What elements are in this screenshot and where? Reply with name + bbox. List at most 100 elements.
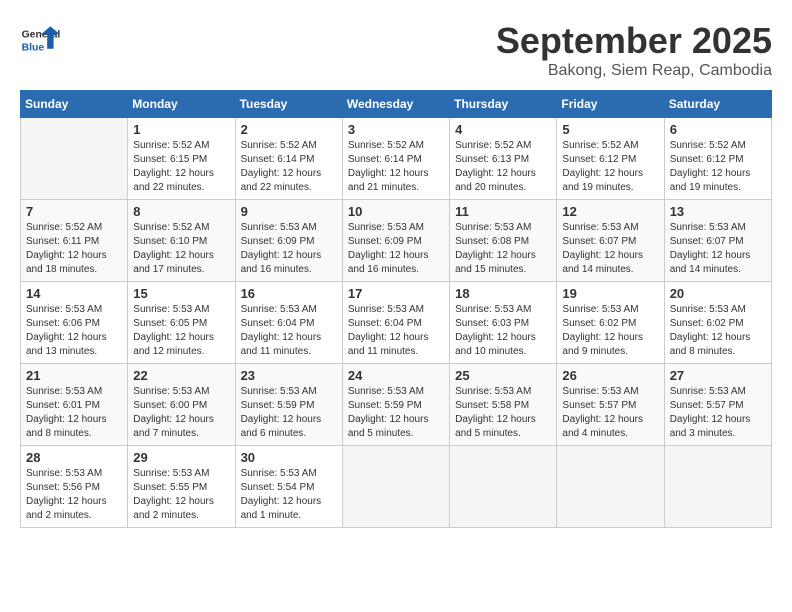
calendar-cell <box>21 118 128 200</box>
day-number: 17 <box>348 286 444 301</box>
calendar-cell: 26 Sunrise: 5:53 AM Sunset: 5:57 PM Dayli… <box>557 364 664 446</box>
logo: General Blue <box>20 20 64 60</box>
day-info: Sunrise: 5:52 AM Sunset: 6:11 PM Dayligh… <box>26 221 122 277</box>
day-number: 8 <box>133 204 229 219</box>
day-number: 1 <box>133 122 229 137</box>
calendar-cell: 27 Sunrise: 5:53 AM Sunset: 5:57 PM Dayli… <box>664 364 771 446</box>
day-number: 13 <box>670 204 766 219</box>
calendar-cell: 23 Sunrise: 5:53 AM Sunset: 5:59 PM Dayli… <box>235 364 342 446</box>
day-header-saturday: Saturday <box>664 91 771 118</box>
calendar-cell: 24Sunrise: 5:53 AM Sunset: 5:59 PM Dayli… <box>342 364 449 446</box>
calendar-cell: 14 Sunrise: 5:53 AM Sunset: 6:06 PM Dayli… <box>21 282 128 364</box>
day-info: Sunrise: 5:53 AM Sunset: 6:09 PM Dayligh… <box>241 221 337 277</box>
day-info: Sunrise: 5:53 AM Sunset: 5:55 PM Dayligh… <box>133 467 229 523</box>
calendar-cell: 29 Sunrise: 5:53 AM Sunset: 5:55 PM Dayli… <box>128 446 235 528</box>
calendar-cell: 12 Sunrise: 5:53 AM Sunset: 6:07 PM Dayli… <box>557 200 664 282</box>
day-number: 19 <box>562 286 658 301</box>
day-number: 12 <box>562 204 658 219</box>
day-info: Sunrise: 5:53 AM Sunset: 6:02 PM Dayligh… <box>670 303 766 359</box>
day-info: Sunrise: 5:52 AM Sunset: 6:14 PM Dayligh… <box>348 139 444 195</box>
day-header-friday: Friday <box>557 91 664 118</box>
calendar-cell: 19 Sunrise: 5:53 AM Sunset: 6:02 PM Dayli… <box>557 282 664 364</box>
day-info: Sunrise: 5:53 AM Sunset: 5:59 PM Dayligh… <box>348 385 444 441</box>
day-info: Sunrise: 5:53 AM Sunset: 6:00 PM Dayligh… <box>133 385 229 441</box>
day-info: Sunrise: 5:53 AM Sunset: 6:01 PM Dayligh… <box>26 385 122 441</box>
day-number: 14 <box>26 286 122 301</box>
day-number: 7 <box>26 204 122 219</box>
day-number: 10 <box>348 204 444 219</box>
calendar-cell: 2Sunrise: 5:52 AM Sunset: 6:14 PM Daylig… <box>235 118 342 200</box>
day-info: Sunrise: 5:53 AM Sunset: 6:07 PM Dayligh… <box>670 221 766 277</box>
calendar-cell: 15 Sunrise: 5:53 AM Sunset: 6:05 PM Dayli… <box>128 282 235 364</box>
calendar-cell: 9 Sunrise: 5:53 AM Sunset: 6:09 PM Daylig… <box>235 200 342 282</box>
day-number: 29 <box>133 450 229 465</box>
day-header-tuesday: Tuesday <box>235 91 342 118</box>
calendar-cell: 21 Sunrise: 5:53 AM Sunset: 6:01 PM Dayli… <box>21 364 128 446</box>
day-header-thursday: Thursday <box>450 91 557 118</box>
calendar-cell <box>664 446 771 528</box>
day-number: 25 <box>455 368 551 383</box>
day-info: Sunrise: 5:53 AM Sunset: 5:59 PM Dayligh… <box>241 385 337 441</box>
day-number: 30 <box>241 450 337 465</box>
day-info: Sunrise: 5:53 AM Sunset: 6:06 PM Dayligh… <box>26 303 122 359</box>
day-number: 3 <box>348 122 444 137</box>
day-info: Sunrise: 5:53 AM Sunset: 6:08 PM Dayligh… <box>455 221 551 277</box>
day-number: 26 <box>562 368 658 383</box>
day-info: Sunrise: 5:53 AM Sunset: 6:03 PM Dayligh… <box>455 303 551 359</box>
day-info: Sunrise: 5:53 AM Sunset: 5:58 PM Dayligh… <box>455 385 551 441</box>
day-number: 11 <box>455 204 551 219</box>
day-number: 23 <box>241 368 337 383</box>
day-info: Sunrise: 5:53 AM Sunset: 6:09 PM Dayligh… <box>348 221 444 277</box>
day-info: Sunrise: 5:53 AM Sunset: 5:57 PM Dayligh… <box>562 385 658 441</box>
calendar-cell <box>342 446 449 528</box>
calendar-cell: 1 Sunrise: 5:52 AM Sunset: 6:15 PM Daylig… <box>128 118 235 200</box>
day-info: Sunrise: 5:52 AM Sunset: 6:15 PM Dayligh… <box>133 139 229 195</box>
calendar-cell: 3 Sunrise: 5:52 AM Sunset: 6:14 PM Daylig… <box>342 118 449 200</box>
svg-text:Blue: Blue <box>22 42 45 53</box>
day-header-monday: Monday <box>128 91 235 118</box>
calendar-cell <box>557 446 664 528</box>
day-number: 5 <box>562 122 658 137</box>
day-header-wednesday: Wednesday <box>342 91 449 118</box>
calendar-cell: 30 Sunrise: 5:53 AM Sunset: 5:54 PM Dayli… <box>235 446 342 528</box>
day-info: Sunrise: 5:53 AM Sunset: 5:56 PM Dayligh… <box>26 467 122 523</box>
day-header-sunday: Sunday <box>21 91 128 118</box>
calendar-cell: 22 Sunrise: 5:53 AM Sunset: 6:00 PM Dayli… <box>128 364 235 446</box>
calendar-cell: 11 Sunrise: 5:53 AM Sunset: 6:08 PM Dayli… <box>450 200 557 282</box>
day-number: 21 <box>26 368 122 383</box>
day-info: Sunrise: 5:53 AM Sunset: 6:05 PM Dayligh… <box>133 303 229 359</box>
day-info: Sunrise: 5:53 AM Sunset: 5:57 PM Dayligh… <box>670 385 766 441</box>
calendar-cell: 28 Sunrise: 5:53 AM Sunset: 5:56 PM Dayli… <box>21 446 128 528</box>
day-info: Sunrise: 5:53 AM Sunset: 6:02 PM Dayligh… <box>562 303 658 359</box>
calendar-cell: 16 Sunrise: 5:53 AM Sunset: 6:04 PM Dayli… <box>235 282 342 364</box>
calendar-cell <box>450 446 557 528</box>
calendar-cell: 18 Sunrise: 5:53 AM Sunset: 6:03 PM Dayli… <box>450 282 557 364</box>
calendar-cell: 7 Sunrise: 5:52 AM Sunset: 6:11 PM Daylig… <box>21 200 128 282</box>
calendar-cell: 6 Sunrise: 5:52 AM Sunset: 6:12 PM Daylig… <box>664 118 771 200</box>
day-number: 22 <box>133 368 229 383</box>
calendar-cell: 17 Sunrise: 5:53 AM Sunset: 6:04 PM Dayli… <box>342 282 449 364</box>
calendar-cell: 8Sunrise: 5:52 AM Sunset: 6:10 PM Daylig… <box>128 200 235 282</box>
day-info: Sunrise: 5:52 AM Sunset: 6:12 PM Dayligh… <box>562 139 658 195</box>
calendar-cell: 4 Sunrise: 5:52 AM Sunset: 6:13 PM Daylig… <box>450 118 557 200</box>
day-number: 15 <box>133 286 229 301</box>
calendar-cell: 25 Sunrise: 5:53 AM Sunset: 5:58 PM Dayli… <box>450 364 557 446</box>
day-number: 9 <box>241 204 337 219</box>
calendar-cell: 5 Sunrise: 5:52 AM Sunset: 6:12 PM Daylig… <box>557 118 664 200</box>
calendar-cell: 20 Sunrise: 5:53 AM Sunset: 6:02 PM Dayli… <box>664 282 771 364</box>
day-info: Sunrise: 5:53 AM Sunset: 6:04 PM Dayligh… <box>348 303 444 359</box>
day-info: Sunrise: 5:52 AM Sunset: 6:13 PM Dayligh… <box>455 139 551 195</box>
day-number: 28 <box>26 450 122 465</box>
location-subtitle: Bakong, Siem Reap, Cambodia <box>496 62 772 80</box>
day-number: 18 <box>455 286 551 301</box>
day-number: 4 <box>455 122 551 137</box>
day-info: Sunrise: 5:53 AM Sunset: 6:07 PM Dayligh… <box>562 221 658 277</box>
calendar-cell: 10 Sunrise: 5:53 AM Sunset: 6:09 PM Dayli… <box>342 200 449 282</box>
day-info: Sunrise: 5:53 AM Sunset: 5:54 PM Dayligh… <box>241 467 337 523</box>
day-info: Sunrise: 5:52 AM Sunset: 6:12 PM Dayligh… <box>670 139 766 195</box>
day-number: 20 <box>670 286 766 301</box>
day-number: 16 <box>241 286 337 301</box>
day-number: 27 <box>670 368 766 383</box>
day-info: Sunrise: 5:53 AM Sunset: 6:04 PM Dayligh… <box>241 303 337 359</box>
day-number: 6 <box>670 122 766 137</box>
